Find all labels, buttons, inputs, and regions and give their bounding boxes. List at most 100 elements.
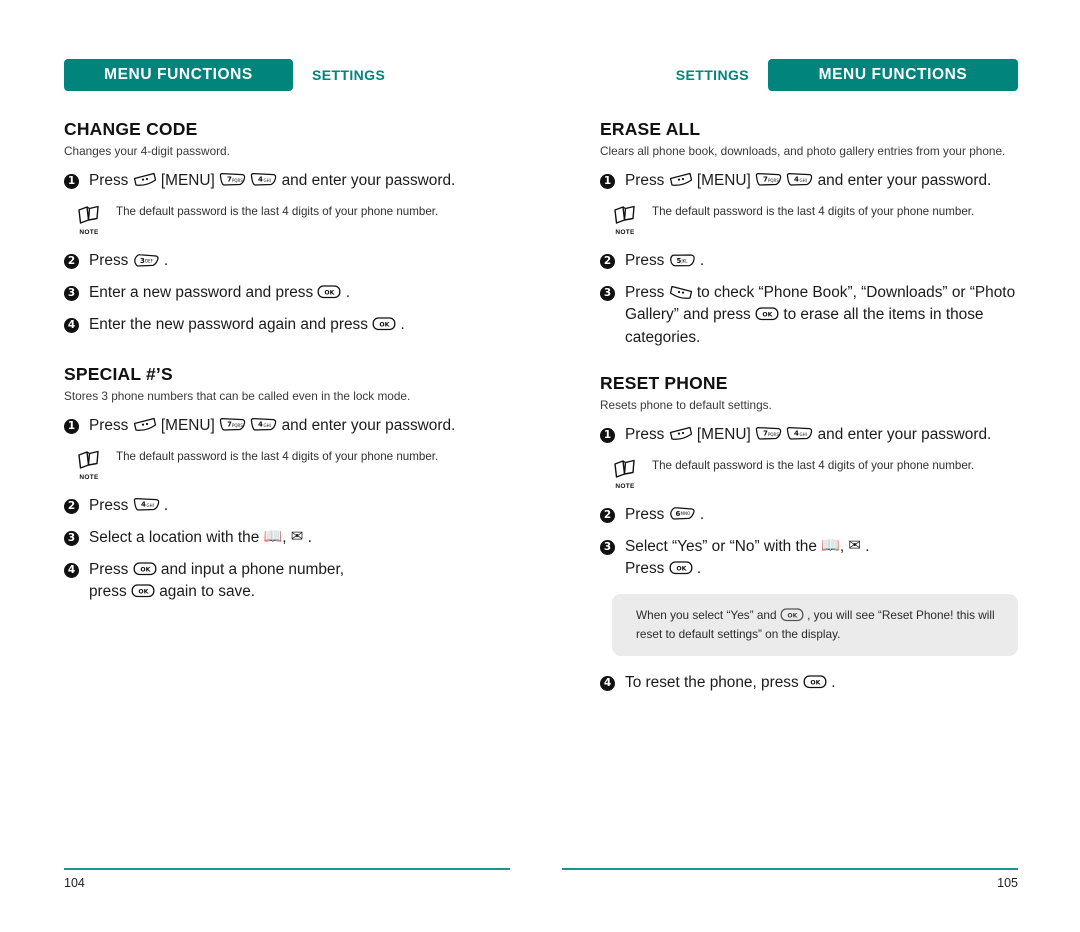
section-title: RESET PHONE <box>600 372 728 393</box>
step-number: 1 <box>600 173 615 189</box>
step-text-part: and enter your password. <box>281 171 456 189</box>
step-text-part: Press <box>625 252 665 270</box>
page-left: MENU FUNCTIONS SETTINGS CHANGE CODE Chan… <box>0 0 540 932</box>
step-text-part: and enter your password. <box>817 171 992 189</box>
step-text-part: Press <box>89 496 129 514</box>
step-text-part: and input a phone number, <box>160 561 345 579</box>
key-7-icon: 7 PQRS <box>755 426 782 441</box>
step-text-part: Press <box>625 284 665 302</box>
ok-key-icon: OK <box>317 284 341 300</box>
svg-text:GHI: GHI <box>264 423 271 428</box>
svg-text:4: 4 <box>258 420 263 428</box>
book-icon: 📖 <box>821 536 840 555</box>
step-text: Select a location with the 📖, ✉ . <box>89 527 312 549</box>
note-caption: NOTE <box>79 473 99 481</box>
step-item: 3 Press to check “Phone Book”, “Download… <box>600 282 1018 349</box>
svg-text:4: 4 <box>794 176 799 184</box>
step-item: 3 Select a location with the 📖, ✉ . <box>64 527 482 549</box>
step-text-part: Press <box>89 171 129 189</box>
key-4-icon: 4 GHI <box>250 417 277 432</box>
svg-text:4: 4 <box>794 430 799 438</box>
section-description: Changes your 4-digit password. <box>64 144 230 158</box>
step-text-part: Press <box>625 425 665 443</box>
ok-key-icon: OK <box>669 560 693 576</box>
svg-text:JKL: JKL <box>680 258 688 263</box>
svg-text:4: 4 <box>258 176 263 184</box>
note-book-icon: NOTE <box>608 205 642 236</box>
step-number: 2 <box>64 254 79 270</box>
key-7-icon: 7 PQRS <box>219 172 246 187</box>
note-block: NOTE The default password is the last 4 … <box>608 204 1018 236</box>
note-book-icon: NOTE <box>608 459 642 490</box>
svg-text:OK: OK <box>138 589 148 596</box>
envelope-icon: ✉ <box>848 536 861 555</box>
step-number: 3 <box>600 286 615 302</box>
step-text-part: . <box>865 538 870 556</box>
ok-key-icon: OK <box>780 607 804 623</box>
svg-text:OK: OK <box>140 567 150 574</box>
step-text: Press OK and input a phone number, press… <box>89 559 344 603</box>
step-item: 1 Press [MENU] 7 PQRS 4 GHI and enter your… <box>64 415 482 437</box>
svg-text:GHI: GHI <box>146 503 153 508</box>
page-footer-left: 104 <box>64 868 510 890</box>
step-number: 3 <box>64 530 79 546</box>
key-7-icon: 7 PQRS <box>219 417 246 432</box>
step-text-part: [MENU] <box>696 171 751 189</box>
step-number: 1 <box>64 173 79 189</box>
key-7-icon: 7 PQRS <box>755 172 782 187</box>
step-text-part: [MENU] <box>160 416 215 434</box>
step-item: 3 Enter a new password and press OK . <box>64 282 482 304</box>
section-reset-phone: RESET PHONE Resets phone to default sett… <box>600 373 1018 694</box>
step-text-part: . <box>696 560 702 578</box>
note-block: NOTE The default password is the last 4 … <box>608 458 1018 490</box>
step-number: 1 <box>600 427 615 443</box>
note-caption: NOTE <box>79 229 99 237</box>
step-text: To reset the phone, press OK . <box>625 672 836 694</box>
step-number: 1 <box>64 418 79 434</box>
section-title: SPECIAL #’S <box>64 363 173 384</box>
section-description: Resets phone to default settings. <box>600 397 772 412</box>
svg-text:DEF: DEF <box>145 258 154 263</box>
header-chip-menu-functions: MENU FUNCTIONS <box>64 59 293 91</box>
step-text-part: . <box>400 316 405 334</box>
step-text-part: Press <box>625 560 665 578</box>
step-number: 4 <box>600 675 615 691</box>
svg-text:PQRS: PQRS <box>232 178 243 183</box>
page-number: 105 <box>997 876 1018 890</box>
step-text-part: . <box>345 284 350 302</box>
softkey-left-icon <box>669 172 693 187</box>
step-text-part: Press <box>625 171 665 189</box>
step-text-part: Press <box>625 505 665 523</box>
step-item: 1 Press [MENU] 7 PQRS 4 GHI and enter your… <box>600 424 1018 446</box>
step-text: Select “Yes” or “No” with the 📖, ✉ . Pre… <box>625 536 870 580</box>
step-text-part: . <box>699 505 705 523</box>
section-description: Stores 3 phone numbers that can be calle… <box>64 388 411 403</box>
step-text-part: . <box>831 673 836 691</box>
step-number: 4 <box>64 318 79 334</box>
header-label-settings: SETTINGS <box>675 67 749 83</box>
step-text: Press to check “Phone Book”, “Downloads”… <box>625 282 1018 349</box>
step-item: 2 Press 5 JKL . <box>600 250 1018 272</box>
step-text-part: [MENU] <box>160 171 215 189</box>
step-text: Enter a new password and press OK . <box>89 282 350 304</box>
header-label-settings: SETTINGS <box>312 67 386 83</box>
svg-text:GHI: GHI <box>800 432 807 437</box>
step-text-part: [MENU] <box>696 425 751 443</box>
ok-key-icon: OK <box>131 583 155 599</box>
svg-text:4: 4 <box>141 501 146 509</box>
note-text: The default password is the last 4 digit… <box>116 205 439 219</box>
step-text-part: To reset the phone, press <box>625 673 799 691</box>
step-text-separator: , <box>282 528 287 546</box>
svg-text:GHI: GHI <box>800 178 807 183</box>
step-number: 2 <box>600 254 615 270</box>
step-number: 3 <box>600 540 615 556</box>
tip-text-part: When you select “Yes” and <box>636 608 777 623</box>
step-text-part: Press <box>89 416 129 434</box>
ok-key-icon: OK <box>372 316 396 332</box>
svg-text:OK: OK <box>325 290 335 297</box>
step-number: 2 <box>600 507 615 523</box>
svg-text:OK: OK <box>787 613 797 620</box>
step-text: Press 3 DEF . <box>89 250 168 272</box>
step-text-part: . <box>163 496 169 514</box>
step-text-part: Select “Yes” or “No” with the <box>625 538 817 556</box>
